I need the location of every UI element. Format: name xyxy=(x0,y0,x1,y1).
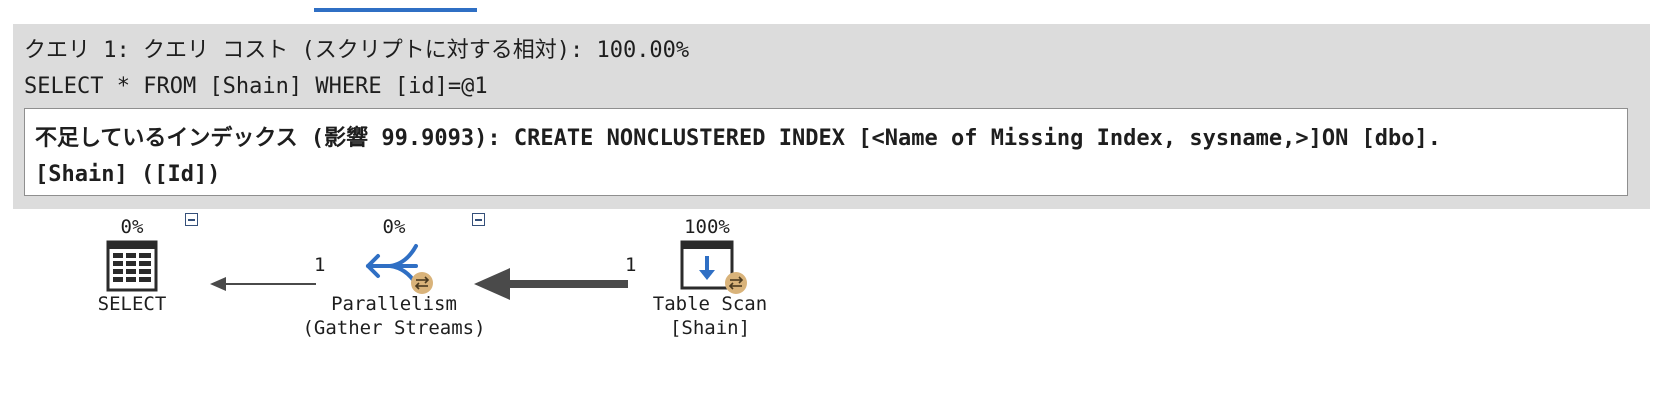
select-collapse-button[interactable] xyxy=(185,213,198,226)
data-flow-arrow[interactable] xyxy=(210,274,320,294)
missing-index-line-2: [Shain] ([Id]) xyxy=(35,162,221,187)
table-scan-cost-percent: 100% xyxy=(684,216,730,238)
table-scan-operator-label-line2: [Shain] xyxy=(669,317,751,339)
parallelism-gather-streams-icon[interactable] xyxy=(364,240,436,296)
execution-plan-graph: 0% SELECT 1 0% Parallelism (Gather Strea… xyxy=(0,210,1656,412)
missing-index-line-1: 不足しているインデックス (影響 99.9093): CREATE NONCLU… xyxy=(35,126,1442,151)
table-scan-icon[interactable] xyxy=(680,240,750,296)
edge-row-count: 1 xyxy=(314,254,326,276)
query-header: クエリ 1: クエリ コスト (スクリプトに対する相対): 100.00% SE… xyxy=(13,24,1650,209)
parallelism-collapse-button[interactable] xyxy=(472,213,485,226)
select-operator-label: SELECT xyxy=(97,293,167,315)
parallelism-operator-label-line2: (Gather Streams) xyxy=(302,317,486,339)
query-sql-text: SELECT * FROM [Shain] WHERE [id]=@1 xyxy=(24,74,488,99)
query-cost-title: クエリ 1: クエリ コスト (スクリプトに対する相対): 100.00% xyxy=(24,38,690,63)
select-cost-percent: 0% xyxy=(120,216,144,238)
parallelism-operator-label-line1: Parallelism xyxy=(331,293,457,315)
parallelism-cost-percent: 0% xyxy=(382,216,406,238)
missing-index-hint[interactable]: 不足しているインデックス (影響 99.9093): CREATE NONCLU… xyxy=(24,108,1628,196)
data-flow-arrow[interactable] xyxy=(474,266,630,302)
select-result-grid-icon[interactable] xyxy=(106,240,158,292)
active-tab-indicator xyxy=(314,8,477,12)
table-scan-operator-label-line1: Table Scan xyxy=(652,293,768,315)
